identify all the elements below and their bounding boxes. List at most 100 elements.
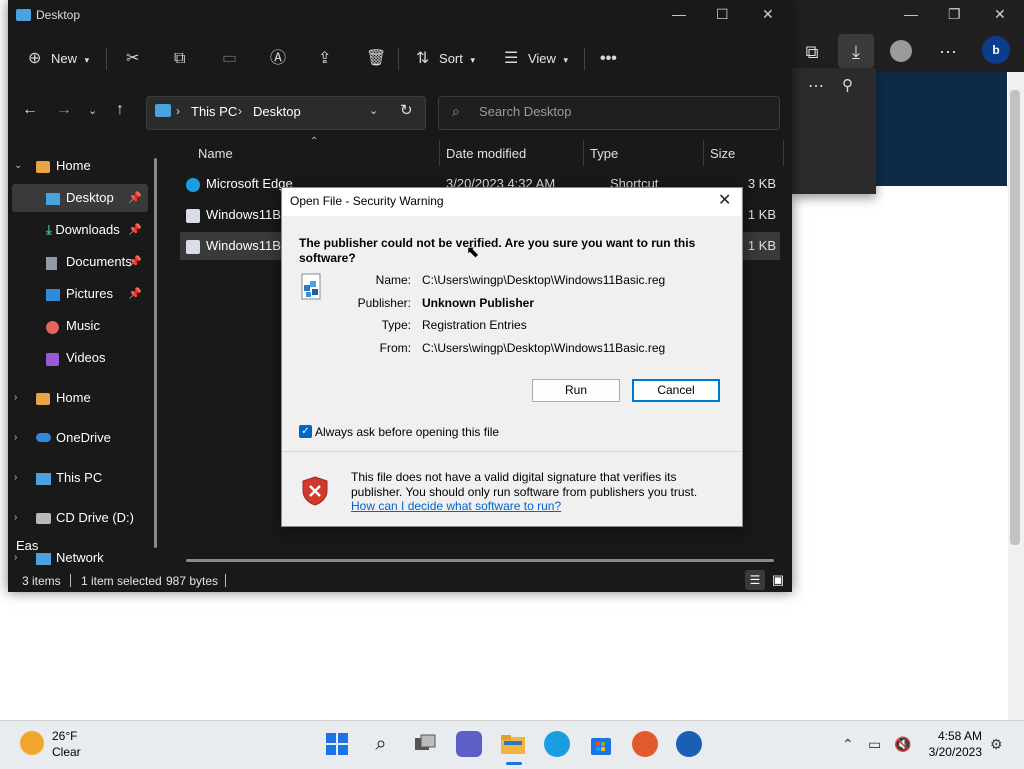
field-name-label: Name: bbox=[375, 273, 411, 287]
column-divider[interactable] bbox=[783, 140, 784, 166]
help-link[interactable]: How can I decide what software to run? bbox=[351, 499, 561, 513]
chevron-down-icon: ▾ bbox=[470, 55, 476, 65]
status-bytes: 987 bytes bbox=[166, 574, 219, 588]
recent-locations-icon[interactable]: ⌄ bbox=[88, 104, 97, 117]
sidebar-label: Network bbox=[56, 550, 104, 565]
maximize-button[interactable]: ☐ bbox=[716, 6, 729, 23]
weather-condition[interactable]: Clear bbox=[52, 745, 81, 759]
rename-icon[interactable]: Ⓐ bbox=[270, 48, 286, 70]
close-button[interactable]: ✕ bbox=[762, 6, 774, 23]
breadcrumb-desktop[interactable]: Desktop bbox=[253, 104, 301, 119]
edge-minimize-button[interactable]: — bbox=[904, 6, 918, 22]
bing-icon[interactable]: b bbox=[982, 36, 1010, 64]
network-icon[interactable]: ▭ bbox=[868, 736, 881, 753]
run-button[interactable]: Run bbox=[532, 379, 620, 402]
sort-button[interactable]: ⇅ Sort ▾ bbox=[416, 48, 475, 70]
pin-icon[interactable]: 📌 bbox=[128, 184, 142, 212]
paste-icon[interactable]: ▭ bbox=[222, 48, 237, 70]
up-arrow-icon[interactable]: ↑ bbox=[116, 101, 124, 119]
document-icon bbox=[46, 256, 60, 270]
see-more-icon[interactable]: ••• bbox=[600, 48, 617, 70]
field-publisher-label: Publisher: bbox=[357, 296, 411, 310]
sidebar-item-music[interactable]: Music bbox=[12, 312, 148, 340]
clock-time[interactable]: 4:58 AM bbox=[930, 729, 982, 743]
always-ask-checkbox[interactable]: ✓ bbox=[299, 425, 312, 438]
chat-icon[interactable] bbox=[456, 731, 482, 757]
microsoft-store-icon[interactable] bbox=[588, 731, 614, 757]
edge-close-button[interactable]: ✕ bbox=[994, 6, 1006, 23]
search-icon[interactable]: ⌕ bbox=[368, 731, 394, 757]
cancel-button[interactable]: Cancel bbox=[632, 379, 720, 402]
status-divider bbox=[70, 574, 71, 587]
clock-date[interactable]: 3/20/2023 bbox=[920, 745, 982, 759]
pin-icon[interactable]: 📌 bbox=[128, 216, 142, 244]
view-button[interactable]: ☰ View ▾ bbox=[504, 48, 568, 70]
minimize-button[interactable]: — bbox=[672, 6, 686, 22]
column-divider[interactable] bbox=[703, 140, 704, 166]
dialog-title: Open File - Security Warning bbox=[290, 194, 444, 208]
sidebar-item-network[interactable]: › Network bbox=[14, 544, 152, 572]
pictures-icon bbox=[46, 288, 60, 301]
notification-icon[interactable]: ⚙ bbox=[990, 736, 1003, 753]
app-icon[interactable] bbox=[676, 731, 702, 757]
sidebar-item-cd-drive[interactable]: › CD Drive (D:) Eas bbox=[14, 504, 152, 553]
column-date-modified[interactable]: Date modified bbox=[446, 146, 526, 161]
plus-circle-icon: ⊕ bbox=[28, 50, 42, 67]
sidebar-item-videos[interactable]: Videos bbox=[12, 344, 148, 372]
profile-avatar[interactable] bbox=[890, 40, 912, 62]
address-dropdown-icon[interactable]: ⌄ bbox=[369, 104, 378, 117]
show-hidden-icons[interactable]: ⌃ bbox=[842, 736, 854, 753]
column-size[interactable]: Size bbox=[710, 146, 735, 161]
sidebar-item-desktop[interactable]: Desktop 📌 bbox=[12, 184, 148, 212]
sidebar-item-onedrive[interactable]: › OneDrive bbox=[14, 424, 152, 452]
back-arrow-icon[interactable]: ← bbox=[22, 101, 38, 119]
tiles-view-icon[interactable]: ▣ bbox=[769, 570, 787, 590]
chevron-right-icon: › bbox=[14, 472, 18, 483]
pin-icon[interactable]: 📌 bbox=[128, 280, 142, 308]
weather-temperature[interactable]: 26°F bbox=[52, 729, 77, 743]
sidebar-item-home-2[interactable]: › Home bbox=[14, 384, 152, 412]
mouse-cursor-icon: ⬉ bbox=[466, 244, 480, 261]
breadcrumb-this-pc[interactable]: This PC bbox=[191, 104, 237, 119]
pin-icon[interactable]: ⚲ bbox=[842, 76, 853, 94]
sidebar-item-downloads[interactable]: ⤓ Downloads 📌 bbox=[12, 216, 148, 244]
search-placeholder: Search Desktop bbox=[479, 104, 572, 119]
edge-scrollbar-thumb[interactable] bbox=[1010, 90, 1020, 545]
new-button[interactable]: ⊕ New ▾ bbox=[28, 48, 89, 70]
sidebar-scrollbar[interactable] bbox=[154, 158, 157, 548]
volume-muted-icon[interactable]: 🔇 bbox=[894, 736, 911, 753]
sidebar-item-home[interactable]: ⌄ Home bbox=[14, 152, 152, 180]
view-icon: ☰ bbox=[504, 50, 519, 67]
edge-restore-button[interactable]: ❐ bbox=[948, 6, 961, 23]
sidebar-item-pictures[interactable]: Pictures 📌 bbox=[12, 280, 148, 308]
refresh-icon[interactable]: ↻ bbox=[400, 101, 413, 119]
sidebar-item-this-pc[interactable]: › This PC bbox=[14, 464, 152, 492]
edge-shortcut-icon bbox=[186, 177, 200, 192]
column-divider[interactable] bbox=[583, 140, 584, 166]
file-list-scrollbar[interactable] bbox=[186, 559, 774, 562]
edge-browser-icon[interactable] bbox=[544, 731, 570, 757]
firefox-icon[interactable] bbox=[632, 731, 658, 757]
copy-icon[interactable]: ⧉ bbox=[174, 48, 185, 70]
dialog-close-button[interactable]: ✕ bbox=[718, 190, 731, 210]
column-divider[interactable] bbox=[439, 140, 440, 166]
moon-weather-icon[interactable] bbox=[20, 731, 44, 755]
file-size: 1 KB bbox=[747, 238, 776, 253]
share-icon[interactable]: ⇪ bbox=[318, 48, 331, 70]
panel-more-icon[interactable]: ⋯ bbox=[808, 76, 824, 96]
home-icon bbox=[36, 392, 50, 405]
forward-arrow-icon[interactable]: → bbox=[56, 101, 72, 119]
more-options-icon[interactable]: ⋯ bbox=[934, 38, 962, 66]
sidebar-item-documents[interactable]: Documents 📌 bbox=[12, 248, 148, 276]
start-button[interactable] bbox=[324, 731, 350, 757]
delete-icon[interactable]: 🗑 bbox=[366, 48, 386, 70]
details-view-icon[interactable]: ☰ bbox=[745, 570, 765, 590]
file-explorer-taskbar-icon[interactable] bbox=[500, 731, 526, 757]
always-ask-label[interactable]: Always ask before opening this file bbox=[315, 425, 499, 439]
pin-icon[interactable]: 📌 bbox=[128, 248, 142, 276]
column-type[interactable]: Type bbox=[590, 146, 618, 161]
cut-icon[interactable]: ✂ bbox=[126, 48, 139, 70]
column-name[interactable]: Name bbox=[198, 146, 233, 161]
task-view-icon[interactable] bbox=[412, 731, 438, 757]
collections-icon[interactable]: ⧉ bbox=[798, 38, 826, 66]
